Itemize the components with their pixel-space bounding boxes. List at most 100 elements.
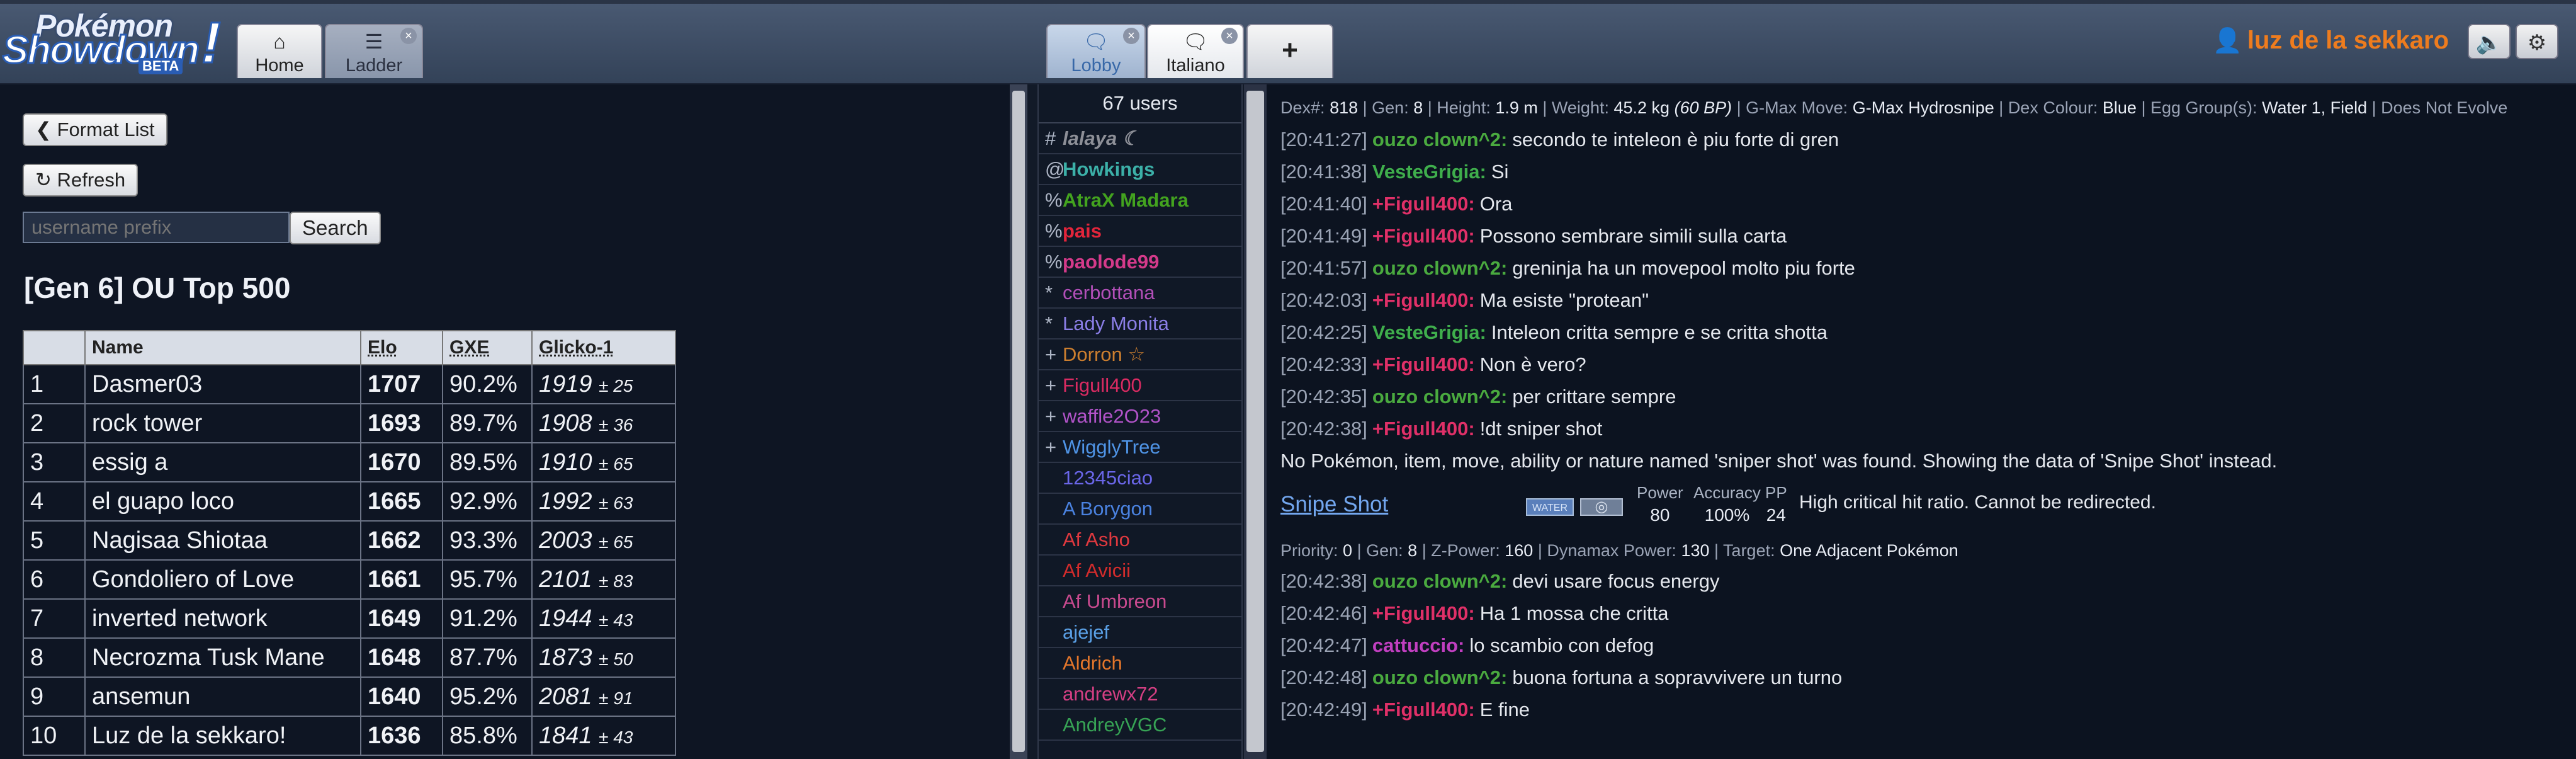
logo[interactable]: Pokémon Showdown ! BETA	[1, 5, 229, 76]
close-icon[interactable]: ×	[400, 28, 417, 44]
elo-cell: 1662	[360, 520, 443, 561]
logo-beta-badge: BETA	[138, 58, 183, 74]
userlist-item[interactable]: * cerbottana	[1039, 278, 1241, 309]
userlist-item[interactable]: # lalaya ☾	[1039, 123, 1241, 154]
ladder-title: [Gen 6] OU Top 500	[24, 271, 291, 304]
message-text: per crittare sempre	[1512, 385, 1676, 408]
userlist-username: andrewx72	[1063, 683, 1158, 705]
userlist-item[interactable]: + waffle2O23	[1039, 401, 1241, 432]
userlist-item[interactable]: andrewx72	[1039, 679, 1241, 710]
userlist-item[interactable]: + Dorron ☆	[1039, 340, 1241, 370]
player-name-link[interactable]: essig a	[92, 449, 167, 476]
userlist-username: ajejef	[1063, 621, 1110, 643]
settings-button[interactable]: ⚙	[2516, 24, 2558, 59]
move-name-link[interactable]: Snipe Shot	[1280, 492, 1388, 517]
username-prefix-input[interactable]	[23, 212, 290, 243]
player-name-link[interactable]: el guapo loco	[92, 488, 234, 515]
userlist-item[interactable]: AndreyVGC	[1039, 710, 1241, 741]
userlist-item[interactable]: %AtraX Madara	[1039, 185, 1241, 216]
userlist-item[interactable]: ajejef	[1039, 617, 1241, 648]
player-name-link[interactable]: ansemun	[92, 683, 190, 710]
pp-value: 24	[1766, 505, 1786, 525]
userlist-username: WigglyTree	[1063, 436, 1161, 458]
user-count[interactable]: 67 users	[1039, 84, 1241, 123]
userlist-scrollbar[interactable]	[1244, 84, 1267, 759]
userlist-item[interactable]: + Figull400	[1039, 370, 1241, 401]
player-name-cell: el guapo loco	[84, 481, 361, 522]
close-icon[interactable]: ×	[1123, 28, 1139, 44]
refresh-button[interactable]: ↻ Refresh	[23, 164, 138, 197]
userlist-item[interactable]: Aldrich	[1039, 648, 1241, 679]
chat-message: [20:42:48] ouzo clown^2: buona fortuna a s…	[1280, 661, 2558, 693]
player-name-link[interactable]: Gondoliero of Love	[92, 566, 294, 593]
ladder-table: Name Elo GXE Glicko-1 1 Dasmer03 1707 90.2%…	[23, 330, 676, 756]
chat-username[interactable]: cattuccio:	[1372, 634, 1464, 656]
sound-button[interactable]: 🔈	[2468, 24, 2511, 59]
chat-username[interactable]: +Figull400:	[1372, 418, 1475, 440]
chat-username[interactable]: VesteGrigia:	[1372, 321, 1486, 343]
glicko-cell: 2101 ± 83	[531, 559, 676, 600]
userlist-item[interactable]: %pais	[1039, 216, 1241, 247]
userlist-rows: # lalaya ☾ @Howkings %AtraX Madara %pais %pao…	[1039, 123, 1241, 741]
player-name-link[interactable]: Nagisaa Shiotaa	[92, 527, 268, 554]
search-button[interactable]: Search	[290, 212, 381, 244]
tab-italiano[interactable]: × 🗨 Italiano	[1147, 24, 1244, 78]
tab-ladder[interactable]: × ☰ Ladder	[325, 24, 423, 78]
username-button[interactable]: 👤 luz de la sekkaro	[2213, 26, 2449, 55]
chat-username[interactable]: +Figull400:	[1372, 699, 1475, 721]
player-name-link[interactable]: inverted network	[92, 605, 268, 632]
new-tab-button[interactable]: +	[1246, 24, 1333, 78]
volume-icon: 🔈	[2475, 31, 2503, 55]
userlist-scrollbar-thumb[interactable]	[1246, 91, 1264, 752]
tab-home[interactable]: ⌂ Home	[237, 24, 322, 78]
ladder-scrollbar[interactable]	[1010, 84, 1027, 759]
chat-username[interactable]: +Figull400:	[1372, 353, 1475, 375]
dmax-value: 130	[1681, 541, 1710, 560]
chat-username[interactable]: ouzo clown^2:	[1372, 385, 1507, 408]
elo-cell: 1636	[360, 716, 443, 756]
logo-exclamation: !	[201, 10, 222, 76]
tab-lobby[interactable]: × 🗨 Lobby	[1046, 24, 1146, 78]
tab-italiano-label: Italiano	[1166, 55, 1225, 76]
player-name-link[interactable]: Necrozma Tusk Mane	[92, 644, 325, 671]
userlist-item[interactable]: %paolode99	[1039, 247, 1241, 278]
tab-ladder-label: Ladder	[345, 55, 403, 76]
userlist-item[interactable]: + WigglyTree	[1039, 432, 1241, 463]
player-name-link[interactable]: Luz de la sekkaro!	[92, 722, 286, 749]
timestamp: [20:42:49]	[1280, 699, 1367, 721]
gxe-cell: 93.3%	[442, 520, 533, 561]
format-list-label: Format List	[57, 118, 155, 140]
close-icon[interactable]: ×	[1221, 28, 1238, 44]
player-name-link[interactable]: Dasmer03	[92, 371, 202, 397]
chat-username[interactable]: ouzo clown^2:	[1372, 666, 1507, 688]
chat-username[interactable]: +Figull400:	[1372, 225, 1475, 247]
chat-username[interactable]: ouzo clown^2:	[1372, 257, 1507, 279]
chat-username[interactable]: ouzo clown^2:	[1372, 128, 1507, 151]
col-rank	[23, 330, 86, 365]
message-text: lo scambio con defog	[1469, 634, 1654, 656]
chat-username[interactable]: +Figull400:	[1372, 193, 1475, 215]
userlist-item[interactable]: Af Umbreon	[1039, 586, 1241, 617]
table-row: 1 Dasmer03 1707 90.2% 1919 ± 25	[23, 364, 676, 404]
userlist-item[interactable]: * Lady Monita	[1039, 309, 1241, 340]
player-name-link[interactable]: rock tower	[92, 410, 202, 437]
dex-label: Dex#:	[1280, 98, 1325, 117]
userlist-item[interactable]: Af Asho	[1039, 525, 1241, 556]
chat-username[interactable]: ouzo clown^2:	[1372, 570, 1507, 592]
userlist-item[interactable]: @Howkings	[1039, 154, 1241, 185]
format-list-button[interactable]: ❮ Format List	[23, 113, 167, 146]
table-row: 2 rock tower 1693 89.7% 1908 ± 36	[23, 403, 676, 443]
ladder-scrollbar-thumb[interactable]	[1012, 91, 1025, 752]
userlist-item[interactable]: Af Avicii	[1039, 556, 1241, 586]
userlist-item[interactable]: A Borygon	[1039, 494, 1241, 525]
elo-cell: 1693	[360, 403, 443, 443]
chat-username[interactable]: +Figull400:	[1372, 289, 1475, 311]
chat-username[interactable]: +Figull400:	[1372, 602, 1475, 624]
userlist: 67 users # lalaya ☾ @Howkings %AtraX Madara…	[1037, 84, 1243, 759]
gxe-cell: 92.9%	[442, 481, 533, 522]
glicko-deviation: ± 91	[599, 688, 633, 708]
player-name-cell: Nagisaa Shiotaa	[84, 520, 361, 561]
userlist-item[interactable]: 12345ciao	[1039, 463, 1241, 494]
chat-message: [20:42:46] +Figull400: Ha 1 mossa che crit…	[1280, 597, 2558, 629]
chat-username[interactable]: VesteGrigia:	[1372, 161, 1486, 183]
